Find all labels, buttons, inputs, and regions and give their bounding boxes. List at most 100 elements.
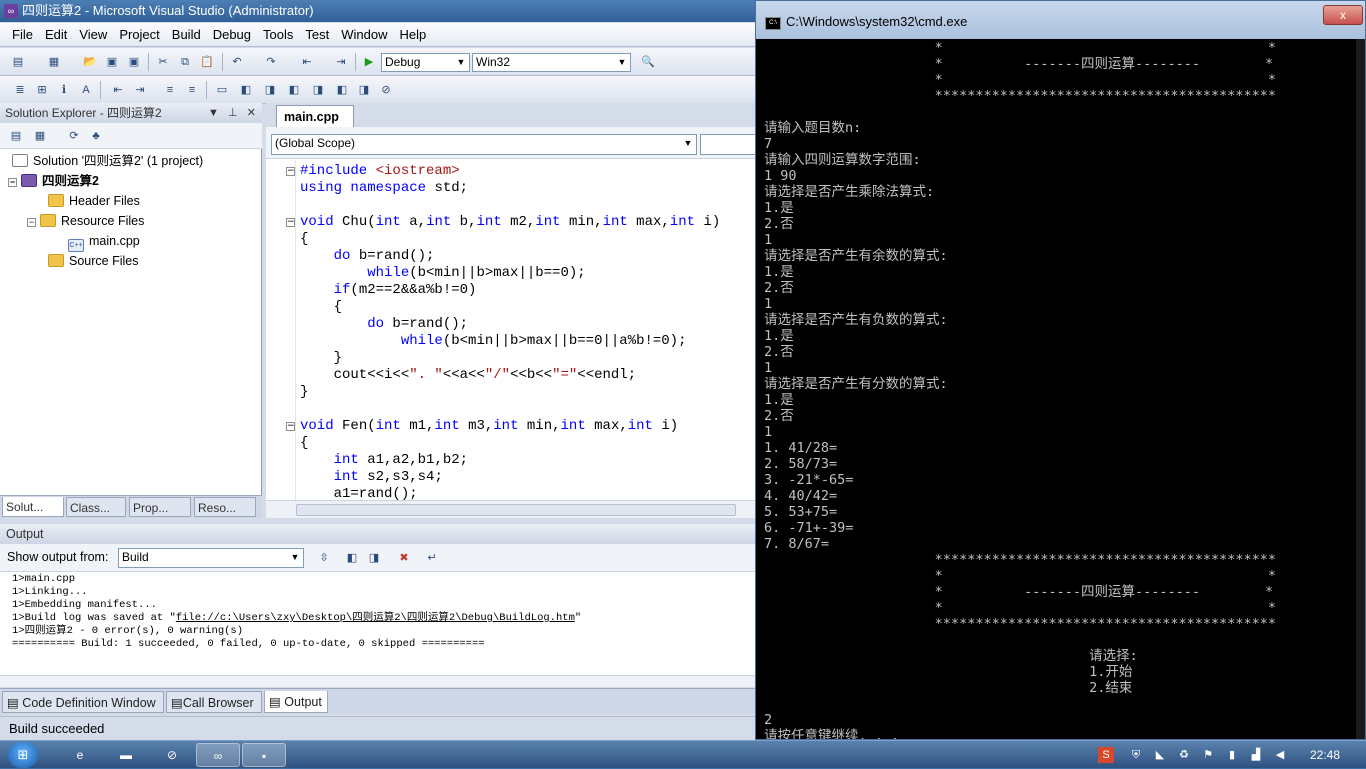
output-text-area[interactable]: 1>main.cpp 1>Linking... 1>Embedding manife… <box>0 572 760 675</box>
code-line[interactable]: do b=rand(); <box>300 248 435 265</box>
class-diagram-icon[interactable]: ♣ <box>88 128 104 144</box>
cut-icon[interactable]: ✂ <box>155 54 171 70</box>
previous-bookmark-document-icon[interactable]: ◧ <box>334 82 350 98</box>
code-line[interactable]: if(m2==2&&a%b!=0) <box>300 282 477 299</box>
find-in-files-icon[interactable]: 🔍 <box>640 54 656 70</box>
clear-bookmarks-icon[interactable]: ⊘ <box>378 82 394 98</box>
code-line[interactable]: a1=rand(); <box>300 486 418 500</box>
navigate-backward-icon[interactable]: ⇤ <box>299 54 315 70</box>
volume-icon[interactable]: ◀ <box>1272 747 1288 763</box>
clear-all-icon[interactable]: ✖ <box>396 550 412 566</box>
code-line[interactable]: } <box>300 350 342 367</box>
output-horizontal-scrollbar[interactable] <box>0 675 760 687</box>
tab-main-cpp[interactable]: main.cpp <box>276 105 354 127</box>
tab-call-browser[interactable]: ▤Call Browser <box>166 691 262 713</box>
code-line[interactable]: void Chu(int a,int b,int m2,int min,int … <box>300 214 720 231</box>
file-explorer-icon[interactable]: ▬ <box>104 743 148 767</box>
menu-build[interactable]: Build <box>166 23 207 47</box>
tab-code-definition-window[interactable]: ▤ Code Definition Window <box>2 691 164 713</box>
outline-collapse-icon[interactable]: − <box>286 167 295 176</box>
tree-main-cpp[interactable]: C++ main.cpp <box>68 231 140 252</box>
increase-indent-icon[interactable]: ⇥ <box>132 82 148 98</box>
code-line[interactable]: { <box>300 435 308 452</box>
console-output[interactable]: * * * -------四则运算-------- * * * ********… <box>764 39 1357 739</box>
tree-header-files[interactable]: Header Files <box>48 191 140 211</box>
parameter-info-icon[interactable]: ⊞ <box>34 82 50 98</box>
menu-file[interactable]: File <box>0 23 39 47</box>
code-line[interactable]: while(b<min||b>max||b==0); <box>300 265 585 282</box>
scrollbar-thumb[interactable] <box>296 504 736 516</box>
collapse-icon[interactable]: − <box>27 218 36 227</box>
outline-collapse-icon[interactable]: − <box>286 422 295 431</box>
quick-info-icon[interactable]: ℹ <box>56 82 72 98</box>
menu-edit[interactable]: Edit <box>39 23 73 47</box>
tab-property-manager[interactable]: Prop... <box>129 497 191 517</box>
start-debugging-icon[interactable]: ▶ <box>361 54 377 70</box>
output-source-select[interactable]: Build ▼ <box>118 548 304 568</box>
find-previous-message-icon[interactable]: ◧ <box>344 550 360 566</box>
vs-title-bar[interactable]: ∞ 四则运算2 - Microsoft Visual Studio (Admin… <box>0 0 760 22</box>
menu-window[interactable]: Window <box>335 23 393 47</box>
menu-test[interactable]: Test <box>299 23 335 47</box>
cmd-taskbar-icon[interactable]: ▪ <box>242 743 286 767</box>
console-scrollbar[interactable] <box>1356 39 1365 739</box>
code-line[interactable]: int s2,s3,s4; <box>300 469 443 486</box>
code-line[interactable]: do b=rand(); <box>300 316 468 333</box>
code-line[interactable]: } <box>300 384 308 401</box>
member-list-icon[interactable]: ≣ <box>12 82 28 98</box>
code-line[interactable]: int a1,a2,b1,b2; <box>300 452 468 469</box>
next-bookmark-folder-icon[interactable]: ◨ <box>310 82 326 98</box>
solution-configuration-select[interactable]: Debug ▼ <box>381 53 470 72</box>
save-all-icon[interactable]: ▣ <box>126 54 142 70</box>
tab-class-view[interactable]: Class... <box>66 497 126 517</box>
tab-output[interactable]: ▤ Output <box>264 691 328 713</box>
scope-select[interactable]: (Global Scope) ▼ <box>271 134 697 155</box>
navigate-forward-icon[interactable]: ⇥ <box>333 54 349 70</box>
security-shield-icon[interactable]: ⛨ <box>1128 747 1144 763</box>
editor-horizontal-scrollbar[interactable] <box>266 500 760 518</box>
new-project-icon[interactable]: ▤ <box>10 54 26 70</box>
next-bookmark-document-icon[interactable]: ◨ <box>356 82 372 98</box>
uncomment-icon[interactable]: ≡ <box>184 82 200 98</box>
internet-explorer-icon[interactable]: e <box>58 743 102 767</box>
device-icon[interactable]: ▮ <box>1224 747 1240 763</box>
nvidia-icon[interactable]: ◣ <box>1152 747 1168 763</box>
refresh-icon[interactable]: ⟳ <box>66 128 82 144</box>
dropdown-icon[interactable]: ▼ <box>208 107 219 119</box>
menu-debug[interactable]: Debug <box>207 23 257 47</box>
collapse-icon[interactable]: − <box>8 178 17 187</box>
media-player-icon[interactable]: ⊘ <box>150 743 194 767</box>
tray-app-icon[interactable]: S <box>1098 747 1114 763</box>
properties-icon[interactable]: ▤ <box>8 128 24 144</box>
close-button[interactable]: x <box>1323 5 1363 25</box>
tree-project[interactable]: − 四则运算2 <box>8 171 99 191</box>
network-signal-icon[interactable]: ▟ <box>1248 747 1264 763</box>
menu-help[interactable]: Help <box>393 23 432 47</box>
redo-icon[interactable]: ↷ <box>263 54 279 70</box>
code-line[interactable]: void Fen(int m1,int m3,int min,int max,i… <box>300 418 678 435</box>
tab-solution-explorer[interactable]: Solut... <box>2 497 64 517</box>
menu-project[interactable]: Project <box>113 23 165 47</box>
action-center-flag-icon[interactable]: ⚑ <box>1200 747 1216 763</box>
previous-bookmark-icon[interactable]: ◧ <box>238 82 254 98</box>
previous-bookmark-folder-icon[interactable]: ◧ <box>286 82 302 98</box>
visual-studio-taskbar-icon[interactable]: ∞ <box>196 743 240 767</box>
solution-platform-select[interactable]: Win32 ▼ <box>472 53 631 72</box>
go-to-line-icon[interactable]: ⇳ <box>316 550 332 566</box>
outline-collapse-icon[interactable]: − <box>286 218 295 227</box>
solution-explorer-header[interactable]: Solution Explorer - 四则运算2 ▼ ⊥ ✕ <box>0 103 262 123</box>
add-item-icon[interactable]: ▦ <box>46 54 62 70</box>
paste-icon[interactable]: 📋 <box>199 54 215 70</box>
close-icon[interactable]: ✕ <box>247 107 256 119</box>
tree-resource-files[interactable]: − Resource Files <box>27 211 144 231</box>
cmd-title-bar[interactable]: C:\ C:\Windows\system32\cmd.exe x <box>756 1 1365 39</box>
tree-solution[interactable]: Solution '四则运算2' (1 project) <box>12 151 203 171</box>
pin-icon[interactable]: ⊥ <box>228 107 238 119</box>
code-line[interactable]: using namespace std; <box>300 180 468 197</box>
toggle-bookmark-icon[interactable]: ▭ <box>214 82 230 98</box>
next-bookmark-icon[interactable]: ◨ <box>262 82 278 98</box>
comment-out-icon[interactable]: ≡ <box>162 82 178 98</box>
open-file-icon[interactable]: 📂 <box>82 54 98 70</box>
undo-icon[interactable]: ↶ <box>229 54 245 70</box>
network-app-icon[interactable]: ♻ <box>1176 747 1192 763</box>
